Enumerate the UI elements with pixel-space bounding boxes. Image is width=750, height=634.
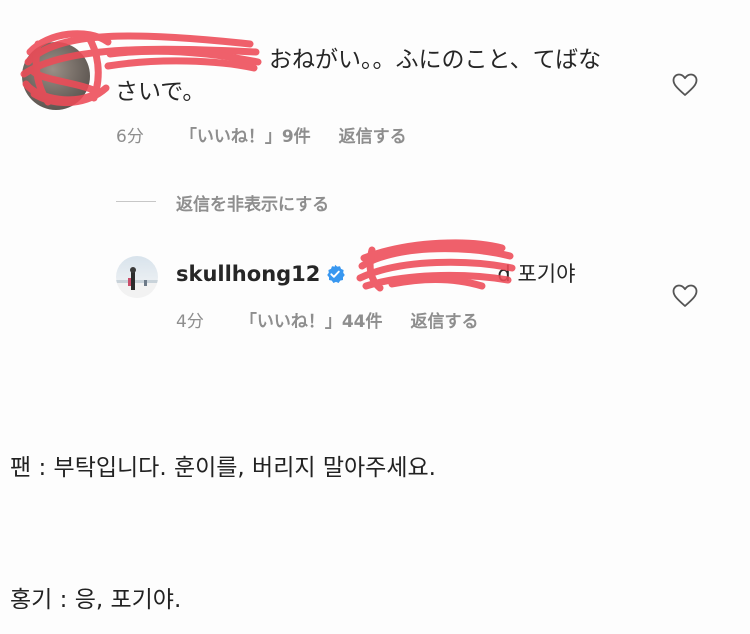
comment-text: おねがい。。ふにのこと、てばな さいで。 xyxy=(115,44,635,108)
avatar-photo xyxy=(116,267,158,298)
hide-replies-button[interactable]: 返信を非表示にする xyxy=(176,190,329,215)
comment-time: 6分 xyxy=(116,127,144,147)
reply-reply-button[interactable]: 返信する xyxy=(411,312,479,332)
caption-hongki: 홍기 : 응, 포기야. xyxy=(10,587,182,613)
verified-badge-icon xyxy=(327,264,346,283)
redaction-scribble-mention xyxy=(356,239,516,292)
reply-meta: 4分 「いいね！」44件 返信する xyxy=(176,307,507,332)
reply-username[interactable]: skullhong12 xyxy=(176,262,320,286)
heart-icon[interactable] xyxy=(672,284,698,308)
screenshot: おねがい。。ふにのこと、てばな さいで。 6分 「いいね！」9件 返信する 返信を非… xyxy=(0,0,750,634)
comment-text-line1: おねがい。。ふにのこと、てばな xyxy=(269,47,602,73)
heart-icon[interactable] xyxy=(672,73,698,97)
reply-likes[interactable]: 「いいね！」44件 xyxy=(240,312,383,332)
reply-text: 포기야 xyxy=(517,262,576,286)
comment-meta: 6分 「いいね！」9件 返信する xyxy=(116,122,435,147)
caption-fan: 팬 : 부탁입니다. 훈이를, 버리지 말아주세요. xyxy=(10,455,436,481)
comment-text-line2: さいで。 xyxy=(115,79,206,105)
hide-replies-line xyxy=(116,201,156,202)
reply-avatar[interactable] xyxy=(116,256,158,298)
comment-likes[interactable]: 「いいね！」9件 xyxy=(180,127,311,147)
comment-reply-button[interactable]: 返信する xyxy=(339,127,407,147)
reply-time: 4分 xyxy=(176,312,204,332)
